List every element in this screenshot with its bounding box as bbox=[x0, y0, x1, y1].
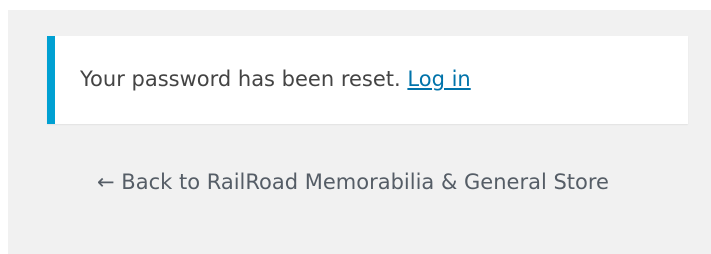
back-to-site-label: Back to RailRoad Memorabilia & General S… bbox=[121, 170, 609, 194]
notice-message: Your password has been reset. bbox=[80, 67, 401, 91]
login-page-background: Your password has been reset. Log in ← B… bbox=[8, 10, 711, 254]
log-in-link[interactable]: Log in bbox=[407, 67, 470, 91]
left-arrow-icon: ← bbox=[97, 170, 115, 194]
back-to-site-link[interactable]: ← Back to RailRoad Memorabilia & General… bbox=[97, 164, 637, 200]
notice-text: Your password has been reset. Log in bbox=[80, 65, 471, 93]
password-reset-notice: Your password has been reset. Log in bbox=[47, 36, 688, 124]
